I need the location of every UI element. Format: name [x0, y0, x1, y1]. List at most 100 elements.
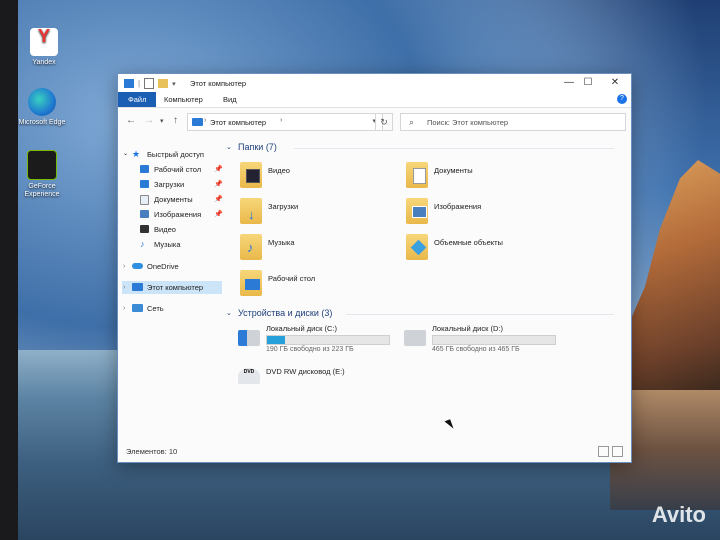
new-folder-icon[interactable] [158, 79, 169, 88]
refresh-button[interactable]: ↻ [375, 113, 393, 131]
nav-item-pictures[interactable]: Изображения 📌 [122, 208, 223, 221]
tab-view[interactable]: Вид [217, 92, 243, 107]
drive-usage-bar [266, 335, 390, 345]
drive-d[interactable]: Локальный диск (D:) 465 ГБ свободно из 4… [404, 324, 574, 354]
help-button[interactable]: ? [617, 94, 627, 104]
chevron-right-icon: › [123, 305, 126, 312]
address-bar[interactable]: › Этот компьютер › ▾ [187, 113, 383, 131]
nav-item-videos[interactable]: Видео [122, 223, 222, 236]
pin-icon: 📌 [214, 196, 223, 203]
folder-label: Объемные объекты [434, 238, 503, 247]
status-bar-count: Элементов: 10 [126, 447, 178, 456]
this-pc-icon [192, 118, 203, 126]
folder-desktop[interactable]: Рабочий стол [240, 270, 400, 300]
chevron-right-icon: › [123, 284, 126, 291]
search-input[interactable]: ⌕ Поиск: Этот компьютер [400, 113, 626, 131]
drive-label: Локальный диск (C:) [266, 324, 337, 333]
folder-music[interactable]: ♪ Музыка [240, 234, 400, 264]
nav-label: Музыка [154, 240, 181, 249]
nav-label: Сеть [147, 304, 164, 313]
divider [346, 314, 614, 315]
drive-usage-fill [267, 336, 286, 344]
view-buttons [598, 446, 623, 457]
nav-label: Видео [154, 225, 176, 234]
nav-item-documents[interactable]: Документы 📌 [122, 193, 223, 206]
nav-label: Изображения [154, 210, 202, 219]
nav-this-pc[interactable]: › Этот компьютер [122, 281, 222, 294]
folder-documents[interactable]: Документы [406, 162, 566, 192]
forward-button[interactable]: → [144, 115, 154, 126]
downloads-folder-icon: ↓ [240, 198, 262, 224]
address-text: Этот компьютер [210, 118, 267, 127]
desktop-icon-label: Yandex [32, 59, 56, 66]
folder-label: Видео [268, 166, 290, 175]
devices-header[interactable]: Устройства и диски (3) [238, 308, 332, 318]
edge-icon [28, 88, 56, 116]
pictures-folder-icon [406, 198, 428, 224]
folder-pictures[interactable]: Изображения [406, 198, 566, 228]
drive-status: 190 ГБ свободно из 223 ГБ [266, 346, 354, 353]
qa-dropdown-icon[interactable]: ▾ [172, 80, 176, 88]
this-pc-icon [132, 283, 143, 291]
search-placeholder: Поиск: Этот компьютер [427, 118, 509, 127]
nav-item-music[interactable]: ♪ Музыка [122, 238, 222, 251]
chevron-down-icon[interactable]: ⌄ [226, 143, 232, 151]
nav-item-downloads[interactable]: Загрузки 📌 [122, 178, 223, 191]
divider [294, 148, 614, 149]
chevron-right-icon: › [204, 117, 207, 124]
wallpaper-cliff [620, 160, 720, 390]
pin-icon: 📌 [214, 181, 223, 188]
up-button[interactable]: ↑ [173, 115, 178, 126]
back-button[interactable]: ← [126, 115, 136, 126]
chevron-down-icon[interactable]: ⌄ [226, 309, 232, 317]
drive-label: DVD RW дисковод (E:) [266, 367, 345, 376]
pin-icon: 📌 [214, 166, 223, 173]
divider: | [138, 79, 141, 88]
nav-label: Быстрый доступ [147, 150, 204, 159]
recent-locations-button[interactable]: ▾ [160, 117, 164, 125]
close-button[interactable]: ✕ [608, 77, 622, 89]
folder-label: Документы [434, 166, 473, 175]
video-icon [140, 225, 149, 233]
nav-item-desktop[interactable]: Рабочий стол 📌 [122, 163, 223, 176]
folder-videos[interactable]: Видео [240, 162, 400, 192]
desktop-icon-edge[interactable]: Microsoft Edge [18, 88, 66, 127]
this-pc-icon [124, 79, 134, 88]
folder-label: Загрузки [268, 202, 299, 211]
address-row: ← → ▾ ↑ › Этот компьютер › ▾ ↻ ⌕ Поиск: … [118, 110, 631, 132]
nav-onedrive[interactable]: › OneDrive [122, 260, 222, 273]
star-icon: ★ [132, 149, 141, 159]
properties-icon[interactable] [144, 78, 155, 89]
music-folder-icon: ♪ [240, 234, 262, 260]
download-icon [140, 180, 149, 188]
window-title: Этот компьютер [190, 79, 247, 88]
tab-file[interactable]: Файл [118, 92, 157, 107]
nav-label: Рабочий стол [154, 165, 202, 174]
title-bar: | ▾ Этот компьютер — ☐ ✕ [118, 74, 631, 92]
drive-usage-bar [432, 335, 556, 345]
drive-c[interactable]: Локальный диск (C:) 190 ГБ свободно из 2… [238, 324, 408, 354]
network-icon [132, 304, 143, 312]
folders-header[interactable]: Папки (7) [238, 142, 277, 152]
documents-folder-icon [406, 162, 428, 188]
minimize-button[interactable]: — [562, 77, 576, 89]
music-icon: ♪ [140, 239, 145, 249]
nav-quick-access[interactable]: ⌄ ★ Быстрый доступ [122, 148, 222, 161]
hard-drive-icon [404, 330, 426, 346]
folder-3d-objects[interactable]: Объемные объекты [406, 234, 566, 264]
yandex-icon: Y [30, 27, 58, 56]
3d-objects-folder-icon [406, 234, 428, 260]
nav-network[interactable]: › Сеть [122, 302, 222, 315]
folder-downloads[interactable]: ↓ Загрузки [240, 198, 400, 228]
maximize-button[interactable]: ☐ [581, 77, 595, 89]
chevron-right-icon: › [280, 117, 283, 124]
desktop-icon-label: Microsoft Edge [18, 119, 66, 126]
large-icons-view-icon[interactable] [612, 446, 623, 457]
folder-label: Музыка [268, 238, 295, 247]
nav-label: Загрузки [154, 180, 185, 189]
drive-e[interactable]: DVD DVD RW дисковод (E:) [238, 362, 408, 392]
desktop-icon-yandex[interactable]: Y Yandex [20, 27, 68, 67]
details-view-icon[interactable] [598, 446, 609, 457]
tab-computer[interactable]: Компьютер [158, 92, 209, 107]
desktop-icon-geforce[interactable]: GeForce Experience [18, 150, 66, 199]
